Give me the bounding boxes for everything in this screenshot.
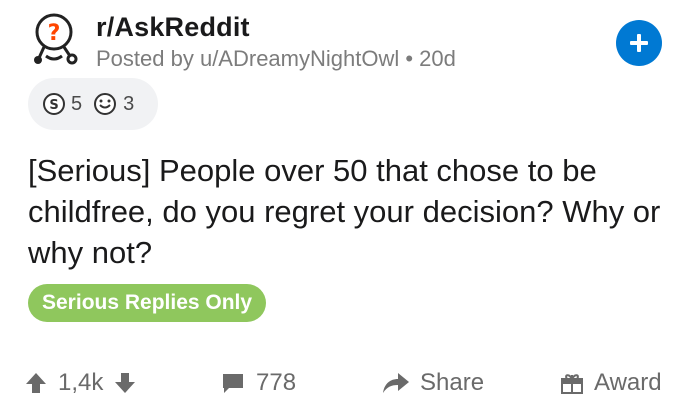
svg-text:S: S	[49, 98, 58, 113]
share-arrow-icon	[383, 373, 409, 393]
vote-control: 1,4k	[24, 362, 137, 404]
post-meta: Posted by u/ADreamyNightOwl • 20d	[96, 46, 456, 71]
award-silver[interactable]: S 5	[42, 92, 82, 116]
award-count: 3	[123, 92, 135, 115]
upvote-arrow-icon[interactable]	[24, 371, 48, 395]
award-button[interactable]: Award	[560, 362, 662, 404]
helpful-award-icon	[94, 93, 117, 115]
subreddit-name[interactable]: r/AskReddit	[96, 12, 250, 43]
gift-icon	[561, 374, 583, 394]
action-bar: 1,4k 778 Share Award	[0, 362, 700, 404]
post-title[interactable]: [Serious] People over 50 that chose to b…	[28, 150, 678, 273]
share-button[interactable]: Share	[382, 362, 484, 404]
vote-score: 1,4k	[58, 369, 104, 396]
award-count: 5	[71, 92, 83, 115]
silver-award-icon: S	[43, 93, 65, 115]
award-label: Award	[594, 369, 662, 396]
post-header: ? r/AskReddit Posted by u/ADreamyNightOw…	[30, 10, 670, 71]
downvote-arrow-icon[interactable]	[113, 371, 137, 395]
share-label: Share	[420, 369, 485, 396]
comments-button[interactable]: 778	[220, 362, 296, 404]
plus-icon	[630, 34, 648, 52]
post-flair[interactable]: Serious Replies Only	[28, 284, 267, 322]
comment-count: 778	[256, 369, 297, 396]
askreddit-avatar-icon[interactable]: ?	[30, 10, 88, 68]
svg-text:?: ?	[48, 21, 61, 46]
join-button[interactable]	[616, 20, 662, 66]
awards-bar[interactable]: S 5 3	[28, 78, 158, 130]
award-helpful[interactable]: 3	[92, 92, 134, 116]
comment-bubble-icon	[223, 374, 243, 393]
